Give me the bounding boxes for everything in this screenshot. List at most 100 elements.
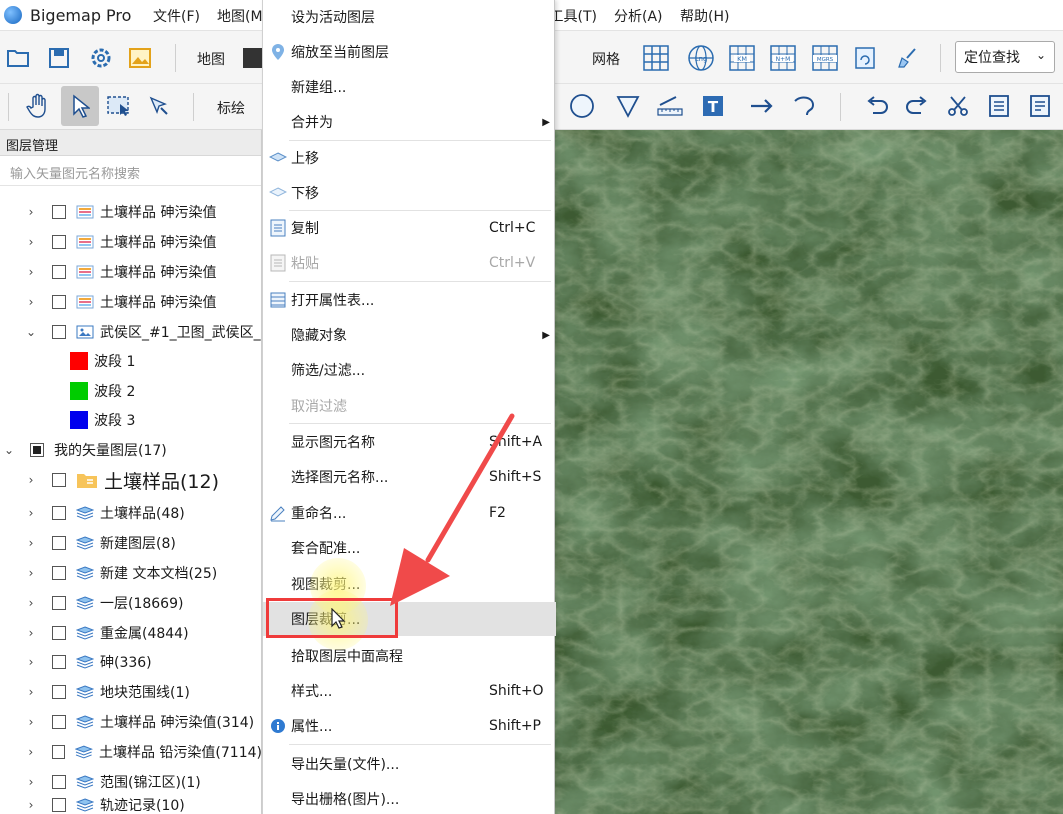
menu-export-raster[interactable]: 导出栅格(图片)...	[263, 782, 554, 814]
expand-arrow-icon[interactable]: ›	[24, 235, 38, 249]
settings-gear-icon[interactable]	[86, 43, 116, 73]
locate-search-select[interactable]: 定位查找 ⌄	[955, 41, 1055, 73]
menu-properties[interactable]: 属性... Shift+P	[263, 709, 554, 743]
open-folder-icon[interactable]	[3, 43, 33, 73]
vector-layers-group[interactable]: ⌄ 我的矢量图层(17)	[0, 436, 262, 464]
select-pointer-icon[interactable]	[61, 86, 99, 126]
layer-checkbox[interactable]	[52, 473, 66, 487]
layer-checkbox[interactable]	[52, 566, 66, 580]
menu-analysis[interactable]: 分析(A)	[614, 6, 663, 26]
text-tool-icon[interactable]: T	[698, 91, 728, 121]
nm-grid-icon[interactable]: N+M	[768, 43, 798, 73]
mgrs-grid-icon[interactable]: MGRS	[810, 43, 840, 73]
layer-row[interactable]: › 土壤样品 砷污染值	[0, 258, 262, 286]
collapse-arrow-icon[interactable]: ⌄	[2, 443, 16, 457]
layer-row[interactable]: › 土壤样品 砷污染值(314)	[0, 708, 262, 736]
expand-arrow-icon[interactable]: ›	[24, 295, 38, 309]
expand-arrow-icon[interactable]: ›	[24, 473, 38, 487]
layer-checkbox[interactable]	[52, 536, 66, 550]
collapse-arrow-icon[interactable]: ⌄	[24, 325, 38, 339]
layer-checkbox[interactable]	[52, 775, 66, 789]
circle-draw-icon[interactable]	[567, 91, 597, 121]
band-row[interactable]: 波段 3	[0, 406, 262, 434]
menu-set-active-layer[interactable]: 设为活动图层	[263, 0, 554, 34]
arrow-draw-icon[interactable]	[747, 91, 777, 121]
layer-checkbox[interactable]	[52, 685, 66, 699]
layer-checkbox[interactable]	[52, 506, 66, 520]
undo-icon[interactable]	[862, 91, 892, 121]
layer-row[interactable]: ⌄ 武侯区_#1_卫图_武侯区_	[0, 318, 262, 346]
layer-row[interactable]: › 重金属(4844)	[0, 619, 262, 647]
layer-row[interactable]: › 土壤样品 砷污染值	[0, 198, 262, 226]
expand-arrow-icon[interactable]: ›	[24, 626, 38, 640]
paste-document-icon[interactable]	[1025, 91, 1055, 121]
expand-arrow-icon[interactable]: ›	[24, 566, 38, 580]
band-row[interactable]: 波段 2	[0, 377, 262, 405]
expand-arrow-icon[interactable]: ›	[24, 775, 38, 789]
menu-style[interactable]: 样式... Shift+O	[263, 674, 554, 708]
layer-checkbox[interactable]	[52, 235, 66, 249]
copy-document-icon[interactable]	[984, 91, 1014, 121]
layer-row[interactable]: › 范围(锦江区)(1)	[0, 768, 262, 796]
layer-checkbox[interactable]	[52, 295, 66, 309]
layer-search-input[interactable]: 输入矢量图元名称搜索	[0, 156, 261, 186]
layer-row[interactable]: › 新建图层(8)	[0, 529, 262, 557]
menu-map[interactable]: 地图(M	[217, 6, 262, 26]
menu-tools[interactable]: 工具(T)	[555, 6, 597, 26]
layer-row[interactable]: › 一层(18669)	[0, 589, 262, 617]
expand-arrow-icon[interactable]: ›	[24, 265, 38, 279]
layer-row[interactable]: › 轨迹记录(10)	[0, 796, 262, 814]
layer-checkbox[interactable]	[52, 205, 66, 219]
menu-open-attribute-table[interactable]: 打开属性表...	[263, 283, 554, 317]
km-grid-icon[interactable]: KM	[727, 43, 757, 73]
menu-export-vector[interactable]: 导出矢量(文件)...	[263, 747, 554, 781]
layer-checkbox[interactable]	[52, 655, 66, 669]
measure-ruler-icon[interactable]	[655, 91, 685, 121]
layer-checkbox[interactable]	[51, 745, 66, 759]
expand-arrow-icon[interactable]: ›	[24, 655, 38, 669]
layer-checkbox[interactable]	[52, 626, 66, 640]
box-select-icon[interactable]	[104, 91, 134, 121]
broom-clear-icon[interactable]	[892, 43, 922, 73]
expand-arrow-icon[interactable]: ›	[24, 798, 38, 812]
image-icon[interactable]	[125, 43, 155, 73]
layer-checkbox[interactable]	[52, 265, 66, 279]
map-view[interactable]	[555, 130, 1063, 814]
layer-checkbox[interactable]	[52, 325, 66, 339]
layer-row[interactable]: › 土壤样品 砷污染值	[0, 288, 262, 316]
expand-arrow-icon[interactable]: ›	[24, 506, 38, 520]
refresh-page-icon[interactable]	[850, 43, 880, 73]
triangle-draw-icon[interactable]	[613, 91, 643, 121]
menu-move-down[interactable]: 下移	[263, 176, 554, 210]
lnglat-grid-icon[interactable]: Lng	[686, 43, 716, 73]
menu-help[interactable]: 帮助(H)	[680, 6, 729, 26]
map-label[interactable]: 地图	[197, 49, 225, 69]
layer-folder-row[interactable]: › 土壤样品(12)	[0, 466, 262, 494]
menu-filter[interactable]: 筛选/过滤...	[263, 353, 554, 387]
map-thumbnail-icon[interactable]	[243, 43, 263, 73]
menu-hide-objects[interactable]: 隐藏对象 ▶	[263, 318, 554, 352]
pan-hand-icon[interactable]	[23, 91, 53, 121]
layer-row[interactable]: › 土壤样品 铅污染值(7114)	[0, 738, 262, 766]
expand-arrow-icon[interactable]: ›	[24, 205, 38, 219]
menu-file[interactable]: 文件(F)	[153, 6, 200, 26]
cut-scissors-icon[interactable]	[943, 91, 973, 121]
group-checkbox[interactable]	[30, 443, 44, 457]
expand-arrow-icon[interactable]: ›	[24, 745, 38, 759]
layer-row[interactable]: › 砷(336)	[0, 648, 262, 676]
save-icon[interactable]	[44, 43, 74, 73]
menu-pick-surface-elevation[interactable]: 拾取图层中面高程	[263, 639, 554, 673]
redo-icon[interactable]	[902, 91, 932, 121]
expand-arrow-icon[interactable]: ›	[24, 685, 38, 699]
layer-row[interactable]: › 土壤样品(48)	[0, 499, 262, 527]
layer-checkbox[interactable]	[52, 715, 66, 729]
layer-checkbox[interactable]	[52, 596, 66, 610]
grid-label[interactable]: 网格	[592, 49, 620, 69]
layer-row[interactable]: › 地块范围线(1)	[0, 678, 262, 706]
curve-draw-icon[interactable]	[790, 91, 820, 121]
menu-zoom-to-layer[interactable]: 缩放至当前图层	[263, 35, 554, 69]
layer-row[interactable]: › 新建 文本文档(25)	[0, 559, 262, 587]
mark-label[interactable]: 标绘	[217, 98, 245, 118]
edit-select-icon[interactable]	[145, 91, 175, 121]
expand-arrow-icon[interactable]: ›	[24, 715, 38, 729]
